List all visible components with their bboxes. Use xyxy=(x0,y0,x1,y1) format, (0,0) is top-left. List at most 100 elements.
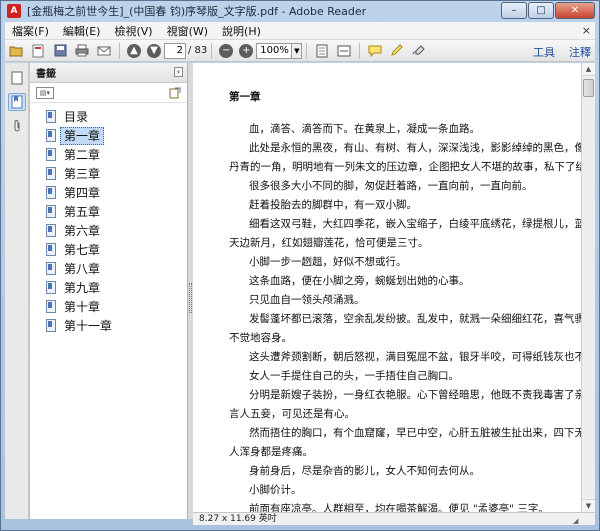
zoom-in-icon[interactable]: + xyxy=(239,43,254,58)
adobe-reader-icon: A xyxy=(7,4,21,18)
tools-panel-link[interactable]: 工具 xyxy=(533,44,555,60)
page-total: / 83 xyxy=(188,45,208,56)
bookmark-page-icon xyxy=(46,281,56,294)
document-page: 第一章 血，滴答、滴答而下。在黄泉上，凝成一条血路。此处是永恒的黑夜，有山、有树… xyxy=(229,89,581,512)
bookmark-label: 第三章 xyxy=(64,166,101,181)
document-paragraph: 然而捂住的胸口，有个血窟窿，早已中空，心肝五脏被生扯出来，四下无觅。一会 xyxy=(249,427,581,439)
document-paragraph: 分明是新嫂子装扮，一身红衣艳服。心下曾经暗思，他既不责我毒害了亲夫，也不 xyxy=(249,389,581,401)
bookmark-options-icon[interactable]: ▤▾ xyxy=(36,86,54,99)
document-paragraph: 身前身后，尽是杂沓的影儿，女人不知何去何从。 xyxy=(249,465,480,477)
previous-page-icon[interactable]: ▲ xyxy=(127,43,141,58)
vertical-scrollbar[interactable]: ▲ ▼ xyxy=(581,63,595,512)
bookmarks-icon[interactable] xyxy=(7,93,26,111)
document-paragraph: 女人一手提住自己的头，一手捂住自己胸口。 xyxy=(249,370,459,382)
menu-file[interactable]: 檔案(F) xyxy=(5,23,56,39)
sign-icon[interactable] xyxy=(411,43,427,59)
bookmark-item[interactable]: 目录 xyxy=(30,107,187,126)
expand-bookmark-icon[interactable] xyxy=(169,87,181,102)
create-pdf-icon[interactable] xyxy=(30,43,46,59)
bookmark-label: 目录 xyxy=(64,109,89,124)
horizontal-scroll-stub-icon[interactable]: ◢ xyxy=(573,515,581,525)
next-page-icon[interactable]: ▼ xyxy=(147,43,161,58)
document-paragraph: 天边新月，红如翅瓣莲花，恰可便是三寸。 xyxy=(229,237,429,249)
collapse-panel-icon[interactable]: ‹ xyxy=(174,67,183,77)
bookmark-item[interactable]: 第二章 xyxy=(30,145,187,164)
save-icon[interactable] xyxy=(52,43,68,59)
fit-width-icon[interactable] xyxy=(336,43,352,59)
splitter-grip-icon[interactable] xyxy=(189,283,192,313)
document-paragraph: 只见血自一领头颅涌溅。 xyxy=(249,294,365,306)
bookmark-item[interactable]: 第九章 xyxy=(30,278,187,297)
bookmark-label: 第十一章 xyxy=(64,318,113,333)
document-paragraph: 很多很多大小不同的脚，匆促赶着路，一直向前，一直向前。 xyxy=(249,180,533,192)
bookmark-item[interactable]: 第五章 xyxy=(30,202,187,221)
menu-bar: 檔案(F) 編輯(E) 檢視(V) 視窗(W) 說明(H) × xyxy=(5,22,595,40)
bookmark-item[interactable]: 第七章 xyxy=(30,240,187,259)
title-bar: A [金瓶梅之前世今生]_(中国春 钧)序琴版_文字版.pdf - Adobe … xyxy=(1,1,599,21)
bookmark-label: 第七章 xyxy=(64,242,101,257)
document-paragraph: 血，滴答、滴答而下。在黄泉上，凝成一条血路。 xyxy=(249,123,480,135)
document-paragraph: 前面有座凉亭。人群相至，均在喝茶解渴。便见 "孟婆亭" 三字。 xyxy=(249,503,549,512)
app-window: A [金瓶梅之前世今生]_(中国春 钧)序琴版_文字版.pdf - Adobe … xyxy=(0,0,600,531)
document-paragraph: 人浑身都是疼痛。 xyxy=(229,446,313,458)
zoom-dropdown-icon[interactable]: ▼ xyxy=(292,42,303,59)
bookmark-label: 第九章 xyxy=(64,280,101,295)
chapter-title: 第一章 xyxy=(229,91,261,103)
email-icon[interactable] xyxy=(96,43,112,59)
bookmark-page-icon xyxy=(46,110,56,123)
bookmark-label: 第五章 xyxy=(64,204,101,219)
bookmark-item[interactable]: 第八章 xyxy=(30,259,187,278)
zoom-level-input[interactable]: 100% xyxy=(256,42,293,59)
close-window-button[interactable]: ✕ xyxy=(555,2,595,19)
bookmarks-panel-header: 書籤 ‹ xyxy=(30,63,187,83)
bookmark-item[interactable]: 第三章 xyxy=(30,164,187,183)
close-document-icon[interactable]: × xyxy=(582,24,591,37)
bookmark-page-icon xyxy=(46,300,56,313)
print-icon[interactable] xyxy=(74,43,90,59)
bookmarks-toolbar: ▤▾ xyxy=(30,83,187,103)
scroll-thumb[interactable] xyxy=(583,79,594,97)
page-size-readout: 8.27 x 11.69 英吋 xyxy=(199,514,277,524)
scroll-up-icon[interactable]: ▲ xyxy=(582,63,595,76)
bookmark-item[interactable]: 第四章 xyxy=(30,183,187,202)
bookmark-page-icon xyxy=(46,319,56,332)
document-paragraph: 小脚价计。 xyxy=(249,484,302,496)
bookmark-page-icon xyxy=(46,224,56,237)
toolbar-right-panel-links: 工具 注釋 xyxy=(519,44,591,60)
bookmark-item[interactable]: 第六章 xyxy=(30,221,187,240)
open-file-icon[interactable] xyxy=(8,43,24,59)
page-thumbnails-icon[interactable] xyxy=(8,69,26,87)
attachments-paperclip-icon[interactable] xyxy=(8,117,26,135)
document-paragraph: 此处是永恒的黑夜，有山、有树、有人，深深浅浅，影影绰绰的黑色，像儿千年前一 xyxy=(249,142,581,154)
document-view[interactable]: 第一章 血，滴答、滴答而下。在黄泉上，凝成一条血路。此处是永恒的黑夜，有山、有树… xyxy=(193,63,581,512)
bookmark-page-icon xyxy=(46,205,56,218)
comment-bubble-icon[interactable] xyxy=(367,43,383,59)
window-controls: – □ ✕ xyxy=(500,2,595,19)
maximize-button[interactable]: □ xyxy=(528,2,554,19)
fit-page-icon[interactable] xyxy=(314,43,330,59)
menu-help[interactable]: 說明(H) xyxy=(215,23,268,39)
comment-panel-link[interactable]: 注釋 xyxy=(569,44,591,60)
menu-edit[interactable]: 編輯(E) xyxy=(56,23,108,39)
bookmark-label: 第四章 xyxy=(64,185,101,200)
menu-window[interactable]: 視窗(W) xyxy=(160,23,215,39)
navigation-rail xyxy=(5,63,29,519)
page-number-input[interactable]: 2 xyxy=(164,42,186,59)
toolbar-separator xyxy=(306,42,308,59)
document-paragraph: 丹青的一角，明明地有一列朱文的压边章，企图把女人不堪的故事，私下了结，任由 xyxy=(229,161,581,173)
menu-view[interactable]: 檢視(V) xyxy=(107,23,159,39)
bookmark-label: 第一章 xyxy=(60,126,105,145)
bookmark-item[interactable]: 第十章 xyxy=(30,297,187,316)
bookmark-item[interactable]: 第十一章 xyxy=(30,316,187,335)
bookmark-item[interactable]: 第一章 xyxy=(30,126,187,145)
minimize-button[interactable]: – xyxy=(501,2,527,19)
bookmark-page-icon xyxy=(46,129,56,142)
zoom-out-icon[interactable]: − xyxy=(219,43,234,58)
document-paragraph: 发髻蓬坏都已滚落，空余乱发纷披。乱发中，就溅一朵细细红花，喜气骤成蕃萝， xyxy=(249,313,581,325)
toolbar-separator xyxy=(119,42,120,59)
document-paragraphs: 血，滴答、滴答而下。在黄泉上，凝成一条血路。此处是永恒的黑夜，有山、有树、有人，… xyxy=(229,120,581,512)
highlight-icon[interactable] xyxy=(389,43,405,59)
bookmark-page-icon xyxy=(46,167,56,180)
scroll-down-icon[interactable]: ▼ xyxy=(582,499,595,512)
bookmark-label: 第六章 xyxy=(64,223,101,238)
